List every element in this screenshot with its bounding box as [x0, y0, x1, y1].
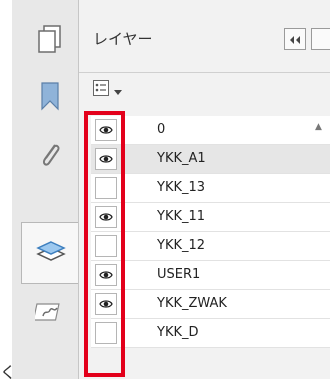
- options-list-icon: [93, 80, 111, 100]
- pages-icon: [37, 25, 63, 59]
- document-edge: く: [0, 0, 16, 382]
- document-edge-char: く: [0, 363, 17, 382]
- layer-name: YKK_13: [157, 180, 206, 195]
- visibility-toggle[interactable]: [95, 177, 117, 199]
- bookmark-icon: [39, 81, 61, 115]
- visibility-toggle[interactable]: [95, 119, 117, 141]
- panel-title: レイヤー: [93, 30, 153, 48]
- layer-row[interactable]: USER1: [91, 261, 330, 290]
- layers-button[interactable]: [21, 222, 79, 284]
- layer-row[interactable]: 0: [91, 116, 330, 145]
- eye-icon: [99, 126, 113, 134]
- eye-icon: [99, 300, 113, 308]
- visibility-toggle[interactable]: [95, 206, 117, 228]
- navigation-rail: く: [0, 0, 79, 382]
- visibility-toggle[interactable]: [95, 264, 117, 286]
- bookmarks-button[interactable]: [22, 68, 78, 128]
- panel-header: レイヤー: [79, 0, 330, 73]
- layers-icon: [35, 238, 66, 268]
- layer-row[interactable]: YKK_ZWAK: [91, 290, 330, 319]
- layer-list: 0 YKK_A1 YKK_13 YKK_11 YKK_12 USER1 YKK_ZWAK YK…: [91, 116, 330, 348]
- visibility-toggle[interactable]: [95, 148, 117, 170]
- eye-icon: [99, 271, 113, 279]
- layer-name: YKK_A1: [157, 151, 206, 166]
- visibility-toggle[interactable]: [95, 322, 117, 344]
- layer-row[interactable]: YKK_11: [91, 203, 330, 232]
- eye-icon: [99, 213, 113, 221]
- layer-options-button[interactable]: [93, 80, 122, 100]
- dropdown-arrow-icon: [114, 81, 122, 100]
- double-chevron-left-icon: [289, 30, 301, 49]
- layer-row[interactable]: YKK_13: [91, 174, 330, 203]
- layer-row[interactable]: YKK_D: [91, 319, 330, 348]
- attachments-button[interactable]: [22, 127, 78, 187]
- collapse-panel-button[interactable]: [284, 28, 306, 50]
- layer-name: 0: [157, 122, 166, 137]
- layer-name: USER1: [157, 267, 201, 282]
- layer-name: YKK_12: [157, 238, 206, 253]
- layer-row[interactable]: YKK_12: [91, 232, 330, 261]
- page-thumbnails-button[interactable]: [22, 12, 78, 72]
- panel-extra-button[interactable]: [311, 28, 330, 50]
- paperclip-icon: [37, 139, 63, 175]
- layer-name: YKK_11: [157, 209, 206, 224]
- layer-row[interactable]: YKK_A1: [91, 145, 330, 174]
- layer-name: YKK_ZWAK: [157, 296, 227, 311]
- eye-icon: [99, 155, 113, 163]
- signatures-button[interactable]: [22, 284, 78, 344]
- visibility-toggle[interactable]: [95, 235, 117, 257]
- scroll-up-icon[interactable]: ▲: [315, 122, 322, 132]
- visibility-toggle[interactable]: [95, 293, 117, 315]
- layer-name: YKK_D: [157, 325, 199, 340]
- layers-panel: レイヤー 0 YKK_A1 YKK_13 YKK_11 YKK_12 USER1 YKK_Z…: [78, 0, 330, 379]
- signature-icon: [32, 299, 65, 329]
